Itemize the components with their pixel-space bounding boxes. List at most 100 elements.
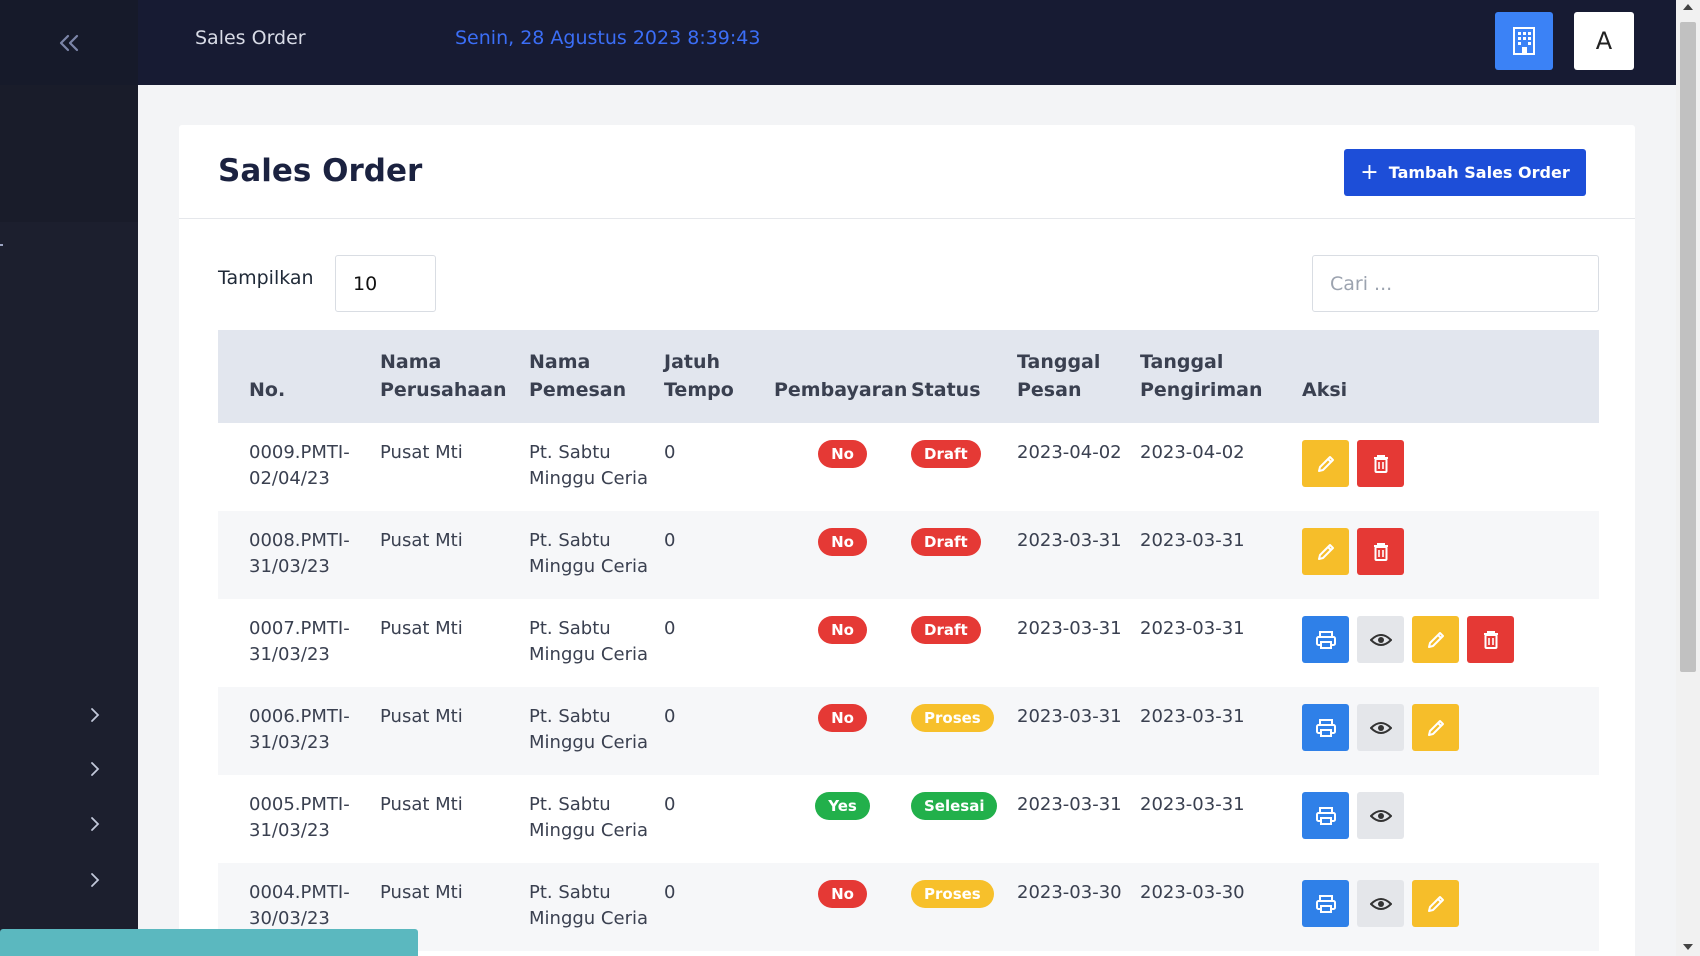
row-actions	[1302, 528, 1599, 575]
sidebar	[0, 0, 138, 956]
pencil-icon	[1316, 454, 1336, 474]
show-entries-input[interactable]	[335, 255, 436, 312]
status-badge: Draft	[911, 616, 981, 644]
table-row: 0005.PMTI-31/03/23 Pusat Mti Pt. Sabtu Min…	[218, 775, 1599, 863]
cell-perusahaan: Pusat Mti	[380, 794, 463, 815]
cell-tanggal-pesan: 2023-03-31	[1017, 706, 1122, 727]
sales-order-card: Sales Order + Tambah Sales Order Tampilk…	[179, 125, 1635, 956]
cell-pemesan: Pt. Sabtu Minggu Ceria	[529, 794, 648, 841]
chevron-right-icon[interactable]	[90, 869, 100, 893]
printer-icon	[1315, 630, 1337, 650]
trash-icon	[1482, 630, 1500, 650]
cell-perusahaan: Pusat Mti	[380, 706, 463, 727]
eye-icon	[1369, 633, 1392, 647]
sidebar-header	[0, 0, 138, 85]
printer-icon	[1315, 894, 1337, 914]
cell-pemesan: Pt. Sabtu Minggu Ceria	[529, 530, 648, 577]
printer-icon	[1315, 718, 1337, 738]
print-button[interactable]	[1302, 704, 1349, 751]
payment-badge: No	[818, 880, 867, 908]
view-button[interactable]	[1357, 616, 1404, 663]
cell-no: 0006.PMTI-31/03/23	[249, 706, 350, 753]
cell-no: 0007.PMTI-31/03/23	[249, 618, 350, 665]
column-header[interactable]: Nama Perusahaan	[380, 330, 529, 423]
payment-badge: No	[818, 616, 867, 644]
payment-badge: No	[818, 704, 867, 732]
cell-jatuh-tempo: 0	[664, 618, 676, 639]
payment-badge: No	[818, 528, 867, 556]
edit-button[interactable]	[1302, 528, 1349, 575]
print-button[interactable]	[1302, 616, 1349, 663]
sales-order-table: No. Nama Perusahaan Nama Pemesan Jatuh T…	[218, 330, 1599, 951]
avatar[interactable]: A	[1574, 12, 1634, 70]
row-actions	[1302, 440, 1599, 487]
sidebar-marker	[0, 244, 3, 246]
scroll-down-arrow[interactable]	[1683, 944, 1693, 950]
row-actions	[1302, 616, 1599, 663]
view-button[interactable]	[1357, 880, 1404, 927]
building-icon	[1513, 27, 1535, 55]
scrollbar-thumb[interactable]	[1680, 22, 1696, 672]
edit-button[interactable]	[1412, 704, 1459, 751]
view-button[interactable]	[1357, 704, 1404, 751]
delete-button[interactable]	[1357, 528, 1404, 575]
cell-perusahaan: Pusat Mti	[380, 442, 463, 463]
cell-tanggal-pengiriman: 2023-03-31	[1140, 794, 1245, 815]
status-badge: Draft	[911, 528, 981, 556]
add-sales-order-button[interactable]: + Tambah Sales Order	[1344, 149, 1586, 196]
edit-button[interactable]	[1412, 880, 1459, 927]
company-button[interactable]	[1495, 12, 1553, 70]
chevron-right-icon[interactable]	[90, 813, 100, 837]
cell-jatuh-tempo: 0	[664, 794, 676, 815]
row-actions	[1302, 704, 1599, 751]
table-row: 0009.PMTI-02/04/23 Pusat Mti Pt. Sabtu Min…	[218, 423, 1599, 511]
print-button[interactable]	[1302, 880, 1349, 927]
cell-no: 0009.PMTI-02/04/23	[249, 442, 350, 489]
table-header-row: No. Nama Perusahaan Nama Pemesan Jatuh T…	[218, 330, 1599, 423]
topbar: Sales Order Senin, 28 Agustus 2023 8:39:…	[138, 0, 1676, 85]
table-row: 0004.PMTI-30/03/23 Pusat Mti Pt. Sabtu Min…	[218, 863, 1599, 951]
cell-pemesan: Pt. Sabtu Minggu Ceria	[529, 706, 648, 753]
scroll-up-arrow[interactable]	[1683, 4, 1693, 10]
cell-tanggal-pengiriman: 2023-03-31	[1140, 706, 1245, 727]
cell-perusahaan: Pusat Mti	[380, 618, 463, 639]
delete-button[interactable]	[1357, 440, 1404, 487]
plus-icon: +	[1360, 160, 1379, 185]
column-header[interactable]: Pembayaran	[774, 330, 911, 423]
delete-button[interactable]	[1467, 616, 1514, 663]
cell-tanggal-pesan: 2023-04-02	[1017, 442, 1122, 463]
column-header[interactable]: Tanggal Pesan	[1017, 330, 1140, 423]
table-row: 0008.PMTI-31/03/23 Pusat Mti Pt. Sabtu Min…	[218, 511, 1599, 599]
edit-button[interactable]	[1302, 440, 1349, 487]
eye-icon	[1369, 897, 1392, 911]
status-badge: Proses	[911, 880, 994, 908]
column-header: Aksi	[1302, 379, 1348, 401]
column-header[interactable]: Nama Pemesan	[529, 330, 664, 423]
sidebar-logo-area	[0, 85, 138, 222]
topbar-title: Sales Order	[195, 27, 306, 49]
cell-jatuh-tempo: 0	[664, 706, 676, 727]
view-button[interactable]	[1357, 792, 1404, 839]
column-header[interactable]: Status	[911, 330, 1017, 423]
column-header[interactable]: No.	[218, 330, 380, 423]
pencil-icon	[1426, 630, 1446, 650]
status-badge: Proses	[911, 704, 994, 732]
show-entries-label: Tampilkan	[218, 267, 314, 289]
cell-tanggal-pesan: 2023-03-30	[1017, 882, 1122, 903]
column-header[interactable]: Jatuh Tempo	[664, 330, 774, 423]
trash-icon	[1372, 454, 1390, 474]
status-badge: Selesai	[911, 792, 998, 820]
table-row: 0007.PMTI-31/03/23 Pusat Mti Pt. Sabtu Min…	[218, 599, 1599, 687]
card-header: Sales Order + Tambah Sales Order	[179, 125, 1635, 219]
cell-no: 0005.PMTI-31/03/23	[249, 794, 350, 841]
chevron-right-icon[interactable]	[90, 758, 100, 782]
print-button[interactable]	[1302, 792, 1349, 839]
column-header[interactable]: Tanggal Pengiriman	[1140, 330, 1302, 423]
chevron-right-icon[interactable]	[90, 704, 100, 728]
bottom-bar	[0, 929, 418, 956]
double-chevron-left-icon[interactable]	[58, 28, 80, 58]
edit-button[interactable]	[1412, 616, 1459, 663]
trash-icon	[1372, 542, 1390, 562]
search-input[interactable]	[1312, 255, 1599, 312]
printer-icon	[1315, 806, 1337, 826]
